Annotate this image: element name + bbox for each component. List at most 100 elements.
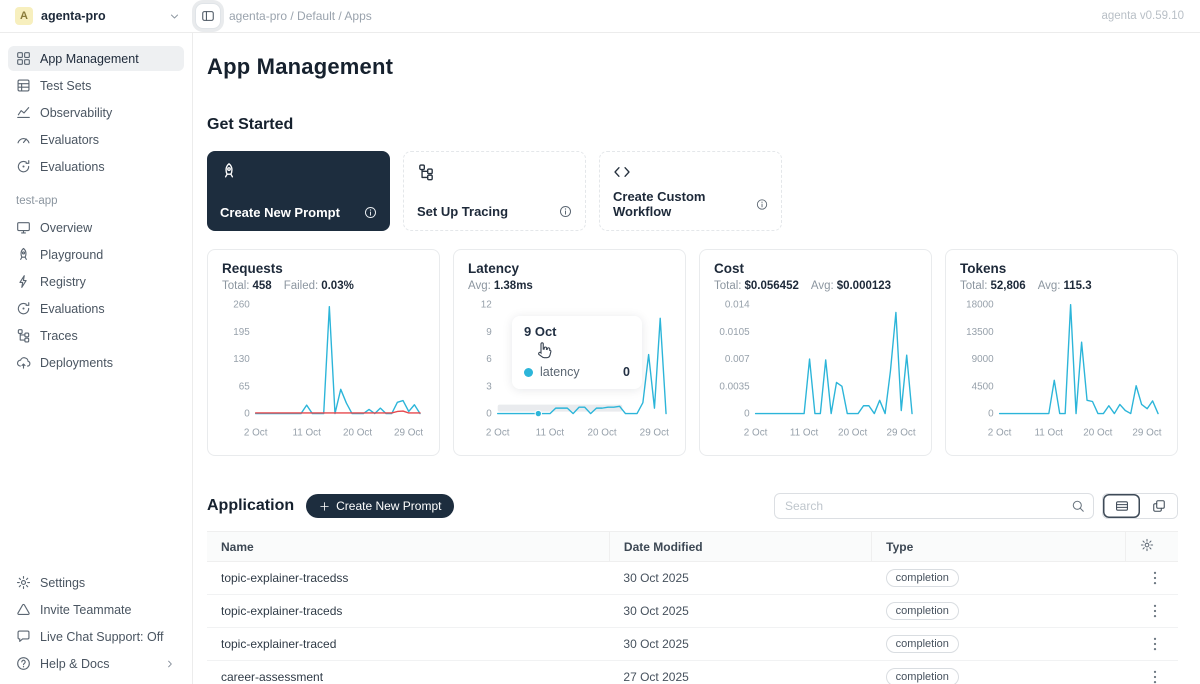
- table-row[interactable]: topic-explainer-traced 30 Oct 2025 compl…: [207, 628, 1178, 661]
- tokens-line-chart: 18000135009000450002 Oct11 Oct20 Oct29 O…: [960, 296, 1163, 444]
- sidebar-item-app-management[interactable]: App Management: [8, 46, 184, 71]
- eval-loop-icon: [16, 301, 31, 316]
- main-content: App Management Get Started Create New Pr…: [193, 33, 1200, 684]
- svg-text:11 Oct: 11 Oct: [790, 427, 819, 438]
- sidebar-item-label: Settings: [40, 576, 85, 590]
- sidebar-item-registry[interactable]: Registry: [8, 269, 184, 294]
- info-icon[interactable]: [364, 206, 377, 219]
- svg-text:20 Oct: 20 Oct: [588, 427, 617, 438]
- sidebar-item-deployments[interactable]: Deployments: [8, 350, 184, 375]
- column-header-date-modified[interactable]: Date Modified: [609, 532, 871, 562]
- create-new-prompt-card[interactable]: Create New Prompt: [207, 151, 390, 231]
- sidebar-toggle-button[interactable]: [195, 3, 221, 29]
- app-date: 30 Oct 2025: [609, 595, 871, 628]
- svg-text:0.0035: 0.0035: [719, 381, 750, 392]
- chart-title: Tokens: [960, 261, 1163, 276]
- tooltip-series-name: latency: [540, 365, 580, 379]
- lightning-icon: [16, 274, 31, 289]
- set-up-tracing-card[interactable]: Set Up Tracing: [403, 151, 586, 231]
- application-header: Application Create New Prompt: [207, 493, 1178, 519]
- app-date: 30 Oct 2025: [609, 562, 871, 595]
- card-view-button[interactable]: [1140, 494, 1177, 518]
- row-menu-dots-icon[interactable]: [1146, 668, 1164, 684]
- tooltip-value: 0: [623, 365, 630, 379]
- row-menu-dots-icon[interactable]: [1146, 635, 1164, 653]
- type-badge: completion: [886, 602, 959, 620]
- create-new-prompt-button[interactable]: Create New Prompt: [306, 494, 454, 518]
- row-menu-dots-icon[interactable]: [1146, 602, 1164, 620]
- get-started-heading: Get Started: [207, 116, 1178, 134]
- svg-text:2 Oct: 2 Oct: [744, 427, 768, 438]
- cloud-deploy-icon: [16, 355, 31, 370]
- info-icon[interactable]: [559, 205, 572, 218]
- svg-text:4500: 4500: [972, 381, 995, 392]
- card-view-icon: [1152, 499, 1166, 513]
- svg-text:29 Oct: 29 Oct: [886, 427, 915, 438]
- chart-title: Cost: [714, 261, 917, 276]
- svg-text:20 Oct: 20 Oct: [343, 427, 372, 438]
- sidebar-item-live-chat-support[interactable]: Live Chat Support: Off: [8, 624, 184, 649]
- svg-text:6: 6: [486, 354, 492, 365]
- grid-icon: [16, 51, 31, 66]
- svg-text:13500: 13500: [966, 327, 994, 338]
- page-title: App Management: [207, 54, 1178, 80]
- applications-table: Name Date Modified Type topic-explainer-…: [207, 531, 1178, 684]
- cost-line-chart: 0.0140.01050.0070.003502 Oct11 Oct20 Oct…: [714, 296, 917, 444]
- svg-text:2 Oct: 2 Oct: [988, 427, 1012, 438]
- svg-text:2 Oct: 2 Oct: [244, 427, 268, 438]
- sidebar-item-observability[interactable]: Observability: [8, 100, 184, 125]
- sidebar-item-overview[interactable]: Overview: [8, 215, 184, 240]
- svg-text:195: 195: [233, 327, 250, 338]
- info-icon[interactable]: [756, 198, 768, 211]
- plus-icon: [319, 501, 330, 512]
- table-settings-gear-icon[interactable]: [1140, 538, 1154, 552]
- code-icon: [613, 163, 631, 181]
- table-row[interactable]: career-assessment 27 Oct 2025 completion: [207, 661, 1178, 684]
- column-header-type[interactable]: Type: [872, 532, 1126, 562]
- table-row[interactable]: topic-explainer-tracedss 30 Oct 2025 com…: [207, 562, 1178, 595]
- rocket-icon: [220, 162, 238, 180]
- type-badge: completion: [886, 635, 959, 653]
- search-icon[interactable]: [1071, 499, 1085, 513]
- sidebar-item-invite-teammate[interactable]: Invite Teammate: [8, 597, 184, 622]
- sidebar-item-test-sets[interactable]: Test Sets: [8, 73, 184, 98]
- svg-text:260: 260: [233, 300, 250, 311]
- chart-title: Requests: [222, 261, 425, 276]
- tooltip-date: 9 Oct: [524, 324, 630, 339]
- sidebar-item-evaluators[interactable]: Evaluators: [8, 127, 184, 152]
- svg-text:9: 9: [486, 327, 492, 338]
- table-row[interactable]: topic-explainer-traceds 30 Oct 2025 comp…: [207, 595, 1178, 628]
- row-menu-dots-icon[interactable]: [1146, 569, 1164, 587]
- card-label: Create Custom Workflow: [613, 189, 756, 219]
- requests-chart-card: Requests Total:458 Failed:0.03% 26019513…: [207, 249, 440, 456]
- sidebar-item-label: Registry: [40, 275, 86, 289]
- legend-dot: [524, 368, 533, 377]
- sidebar-item-traces[interactable]: Traces: [8, 323, 184, 348]
- column-header-name[interactable]: Name: [207, 532, 609, 562]
- svg-text:0: 0: [486, 409, 492, 420]
- invite-icon: [16, 602, 31, 617]
- sidebar-footer: Settings Invite Teammate Live Chat Suppo…: [0, 570, 192, 684]
- sidebar-item-settings[interactable]: Settings: [8, 570, 184, 595]
- search-box: [774, 493, 1094, 519]
- sidebar-item-help-docs[interactable]: Help & Docs: [8, 651, 184, 676]
- svg-text:0: 0: [988, 409, 994, 420]
- sidebar-item-evaluations[interactable]: Evaluations: [8, 154, 184, 179]
- create-custom-workflow-card[interactable]: Create Custom Workflow: [599, 151, 782, 231]
- sidebar-item-playground[interactable]: Playground: [8, 242, 184, 267]
- sidebar-item-app-evaluations[interactable]: Evaluations: [8, 296, 184, 321]
- workspace-selector[interactable]: A agenta-pro: [0, 7, 193, 25]
- table-view-button[interactable]: [1103, 494, 1140, 518]
- workspace-name: agenta-pro: [41, 9, 160, 23]
- application-heading: Application: [207, 497, 294, 515]
- chart-line-icon: [16, 105, 31, 120]
- svg-text:11 Oct: 11 Oct: [292, 427, 321, 438]
- sidebar-item-label: Observability: [40, 106, 112, 120]
- svg-text:11 Oct: 11 Oct: [1035, 427, 1064, 438]
- tokens-chart-card: Tokens Total:52,806 Avg:115.3 1800013500…: [945, 249, 1178, 456]
- chevron-down-icon: [168, 10, 181, 23]
- search-input[interactable]: [774, 493, 1094, 519]
- trace-tree-icon: [16, 328, 31, 343]
- svg-text:0: 0: [744, 409, 750, 420]
- cost-chart-card: Cost Total:$0.056452 Avg:$0.000123 0.014…: [699, 249, 932, 456]
